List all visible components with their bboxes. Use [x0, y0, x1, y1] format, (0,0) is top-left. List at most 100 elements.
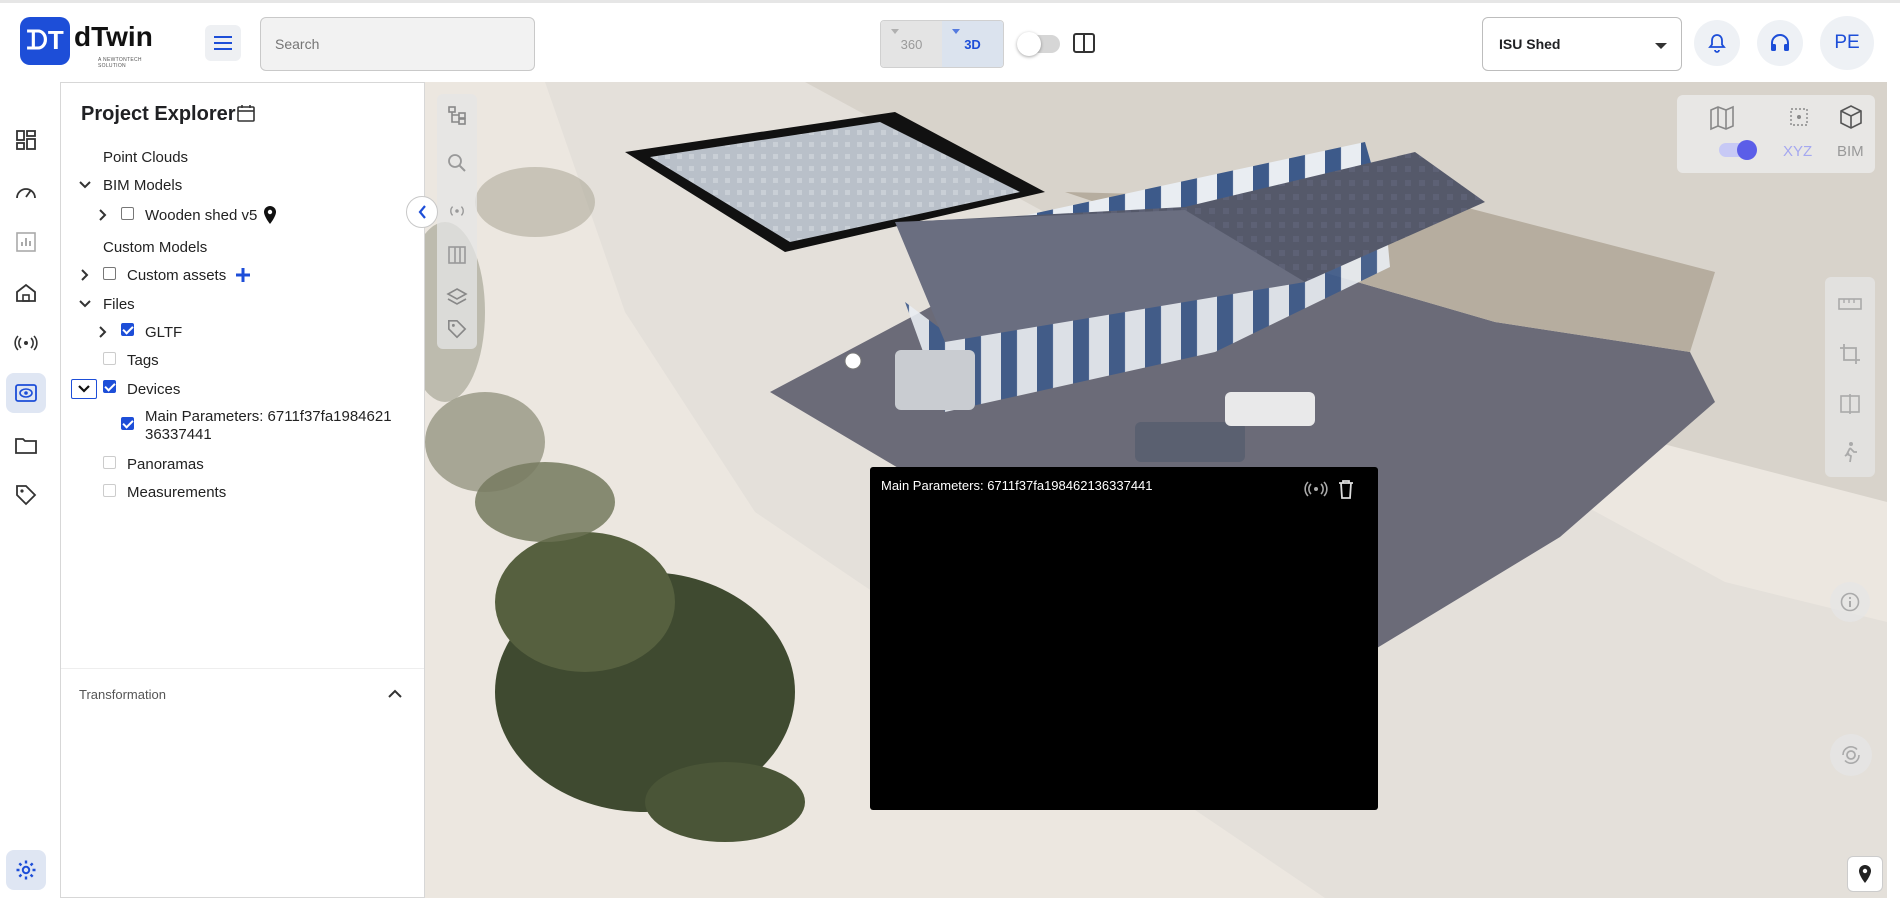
search-input[interactable] — [260, 17, 535, 71]
broadcast-icon[interactable] — [1304, 481, 1328, 497]
rail-files[interactable] — [6, 425, 46, 465]
devices-expand-button[interactable] — [71, 379, 97, 399]
measurements-checkbox[interactable] — [103, 484, 116, 497]
tree-item-bim-models[interactable]: BIM Models — [103, 174, 182, 196]
tree-item-wooden-shed[interactable]: Wooden shed v5 — [145, 204, 277, 226]
compare-button[interactable] — [1837, 391, 1863, 417]
view-mode-switch[interactable] — [1719, 140, 1757, 160]
location-pin-icon[interactable] — [263, 205, 277, 225]
location-pin-icon — [1859, 865, 1871, 883]
tree-item-devices[interactable]: Devices — [127, 378, 180, 400]
rail-viewer[interactable] — [6, 373, 46, 413]
logo-mark: ᗪT — [20, 17, 70, 65]
chevron-right-icon[interactable] — [95, 207, 111, 223]
support-button[interactable] — [1757, 20, 1803, 66]
tree-item-custom-assets[interactable]: Custom assets — [127, 264, 251, 286]
chevron-right-icon[interactable] — [95, 324, 111, 340]
chevron-down-icon[interactable] — [77, 177, 93, 193]
split-screen-icon[interactable] — [1073, 33, 1095, 53]
tree-item-measurements[interactable]: Measurements — [127, 481, 226, 503]
chevron-down-icon — [1655, 43, 1667, 49]
ruler-button[interactable] — [1837, 291, 1863, 317]
tree-item-panoramas[interactable]: Panoramas — [127, 453, 204, 475]
bim-cube-icon[interactable] — [1837, 103, 1865, 131]
view-360-button[interactable]: 360 — [881, 21, 942, 67]
tree-item-main-parameters[interactable]: Main Parameters: 6711f37fa1984621 363374… — [145, 408, 392, 444]
chevron-down-icon[interactable] — [77, 296, 93, 312]
dropdown-triangle-icon — [952, 29, 960, 34]
tree-item-point-clouds[interactable]: Point Clouds — [103, 146, 188, 168]
tree-item-gltf[interactable]: GLTF — [145, 321, 182, 343]
xyz-label[interactable]: XYZ — [1783, 143, 1812, 160]
transformation-section[interactable]: Transformation — [61, 668, 424, 718]
split-view-switch[interactable] — [1017, 32, 1060, 56]
viewer-layout-button[interactable] — [444, 242, 470, 268]
rail-speed[interactable] — [6, 172, 46, 212]
tree-label: Tags — [127, 351, 159, 369]
view-mode-toggle: 360 3D — [880, 20, 1004, 68]
bar-chart-icon — [16, 232, 36, 252]
gltf-checkbox[interactable] — [121, 323, 134, 336]
viewer-layers-button[interactable] — [444, 284, 470, 310]
viewer-search-button[interactable] — [444, 150, 470, 176]
chevron-right-icon[interactable] — [77, 267, 93, 283]
panoramas-checkbox[interactable] — [103, 456, 116, 469]
eye-icon — [15, 384, 37, 402]
collapse-panel-button[interactable] — [406, 196, 438, 228]
reset-view-button[interactable] — [1830, 734, 1872, 776]
bim-label[interactable]: BIM — [1837, 143, 1864, 160]
viewer-sensors-button[interactable] — [444, 198, 470, 224]
delete-icon[interactable] — [1338, 479, 1354, 499]
tree-label: Measurements — [127, 483, 227, 501]
add-icon[interactable] — [236, 268, 251, 282]
measure-toolbar — [1825, 277, 1875, 477]
rail-tags[interactable] — [6, 475, 46, 515]
info-button[interactable] — [1830, 582, 1870, 622]
tree-item-tags[interactable]: Tags — [127, 349, 159, 371]
device-parameters-popup: Main Parameters: 6711f37fa19846213633744… — [870, 467, 1378, 810]
chevron-down-icon — [78, 385, 90, 393]
ruler-icon — [1838, 298, 1862, 310]
rotate-view-icon — [1842, 745, 1860, 765]
view-3d-button[interactable]: 3D — [942, 21, 1003, 67]
tree-label: Panoramas — [127, 455, 204, 473]
notifications-button[interactable] — [1694, 20, 1740, 66]
project-select[interactable]: ISU Shed — [1482, 17, 1682, 71]
axis-icon[interactable] — [1787, 105, 1811, 129]
tree-item-files[interactable]: Files — [103, 293, 135, 315]
gear-icon — [16, 860, 36, 880]
grid-icon — [448, 246, 466, 264]
rail-dashboard[interactable] — [6, 120, 46, 160]
main-parameters-checkbox[interactable] — [121, 417, 134, 430]
search-icon — [448, 154, 466, 172]
tree-label: Wooden shed v5 — [145, 206, 258, 224]
tree-item-custom-models[interactable]: Custom Models — [103, 236, 207, 258]
headset-icon — [1771, 34, 1789, 51]
chevron-up-icon[interactable] — [388, 689, 402, 698]
calendar-icon[interactable] — [237, 104, 255, 122]
rail-settings[interactable] — [6, 850, 46, 890]
map-icon[interactable] — [1709, 105, 1735, 131]
left-rail — [0, 80, 52, 906]
crop-button[interactable] — [1837, 341, 1863, 367]
rail-buildings[interactable] — [6, 273, 46, 313]
view-3d-label: 3D — [964, 36, 981, 52]
viewer-tags-button[interactable] — [444, 316, 470, 342]
rail-sensors[interactable] — [6, 323, 46, 363]
tree-structure-button[interactable] — [444, 102, 470, 128]
tags-checkbox[interactable] — [103, 352, 116, 365]
dashboard-icon — [16, 130, 36, 150]
walk-mode-button[interactable] — [1837, 439, 1863, 465]
compare-icon — [1840, 394, 1860, 414]
hamburger-menu-button[interactable] — [205, 25, 241, 61]
app-logo[interactable]: ᗪT dTwin A NEWTONTECH SOLUTION — [20, 17, 170, 69]
devices-checkbox[interactable] — [103, 380, 116, 393]
rail-reports[interactable] — [6, 222, 46, 262]
user-avatar[interactable]: PE — [1820, 16, 1874, 70]
viewer-toolbar — [437, 94, 477, 349]
custom-assets-checkbox[interactable] — [103, 267, 116, 280]
wooden-shed-checkbox[interactable] — [121, 207, 134, 220]
hamburger-icon — [214, 36, 232, 50]
location-button[interactable] — [1847, 856, 1883, 892]
tree-label: Main Parameters: 6711f37fa1984621 — [145, 408, 392, 425]
